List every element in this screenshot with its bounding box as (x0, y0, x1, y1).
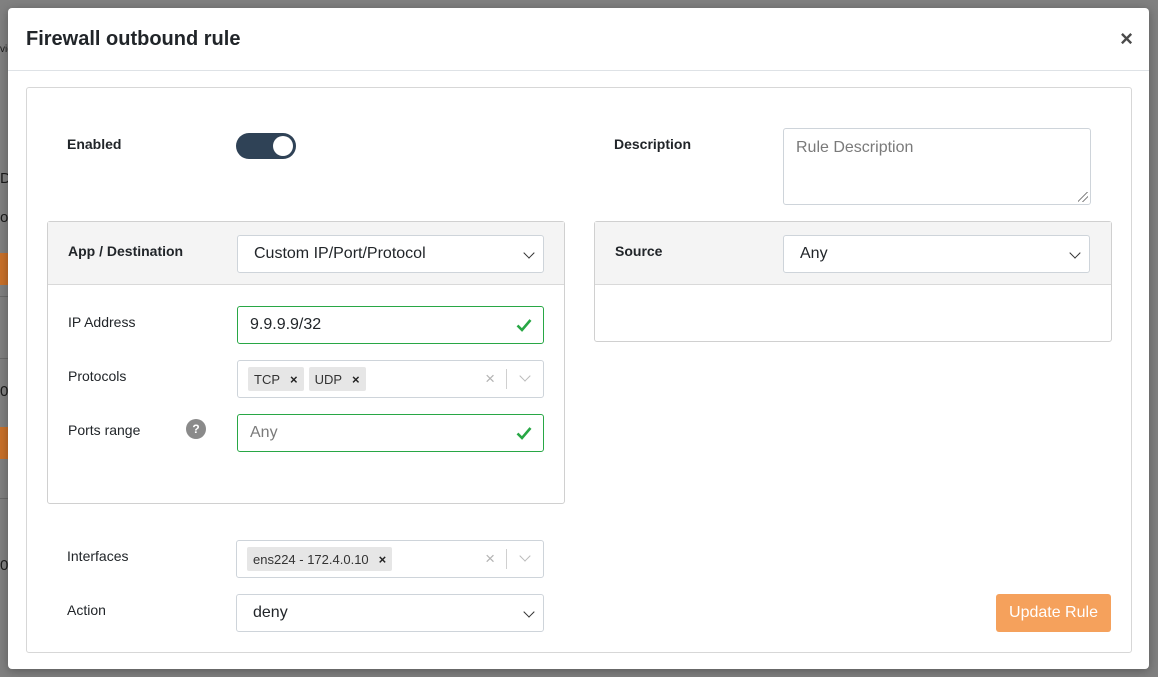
app-destination-panel: App / Destination Custom IP/Port/Protoco… (47, 221, 565, 504)
interface-tag: ens224 - 172.4.0.10 × (247, 547, 393, 571)
remove-tag-icon[interactable]: × (379, 552, 387, 567)
description-label: Description (614, 136, 692, 152)
clear-all-icon[interactable]: × (485, 549, 495, 569)
indicator-separator (506, 549, 507, 569)
chevron-down-icon[interactable] (519, 550, 531, 562)
protocol-tag-label: TCP (254, 371, 280, 387)
source-value: Any (800, 245, 828, 262)
toggle-knob (273, 136, 293, 156)
app-destination-select[interactable]: Custom IP/Port/Protocol (237, 235, 544, 273)
chevron-down-icon (523, 247, 535, 259)
modal-title: Firewall outbound rule (26, 27, 241, 50)
description-placeholder: Rule Description (796, 139, 914, 156)
chevron-down-icon[interactable] (519, 370, 531, 382)
source-label: Source (615, 243, 663, 259)
chevron-down-icon (1069, 247, 1081, 259)
indicator-separator (506, 369, 507, 389)
ip-address-input[interactable]: 9.9.9.9/32 (237, 306, 544, 344)
action-value: deny (253, 604, 288, 621)
chevron-down-icon (523, 606, 535, 618)
enabled-toggle[interactable] (236, 133, 296, 159)
remove-tag-icon[interactable]: × (352, 372, 360, 387)
interfaces-multiselect[interactable]: ens224 - 172.4.0.10 × × (236, 540, 544, 578)
ports-range-placeholder: Any (250, 424, 278, 441)
help-icon[interactable]: ? (186, 419, 206, 439)
action-label: Action (67, 602, 106, 618)
description-textarea[interactable]: Rule Description (783, 128, 1091, 205)
source-select[interactable]: Any (783, 235, 1090, 273)
interface-tag-label: ens224 - 172.4.0.10 (253, 551, 369, 567)
rule-form: Enabled Description Rule Description App… (26, 87, 1132, 653)
remove-tag-icon[interactable]: × (290, 372, 298, 387)
app-destination-value: Custom IP/Port/Protocol (254, 245, 426, 262)
protocols-multiselect[interactable]: TCP × UDP × × (237, 360, 544, 398)
action-select[interactable]: deny (236, 594, 544, 632)
protocol-tag: UDP × (308, 367, 366, 391)
app-destination-header: App / Destination Custom IP/Port/Protoco… (48, 222, 564, 285)
app-destination-label: App / Destination (68, 243, 184, 259)
close-icon[interactable]: × (1120, 26, 1133, 52)
enabled-label: Enabled (67, 136, 122, 152)
source-header: Source Any (595, 222, 1111, 285)
source-panel: Source Any (594, 221, 1112, 342)
clear-all-icon[interactable]: × (485, 369, 495, 389)
update-rule-button[interactable]: Update Rule (996, 594, 1111, 632)
protocol-tag-label: UDP (314, 371, 343, 387)
modal-header: Firewall outbound rule × (8, 8, 1149, 71)
protocols-label: Protocols (68, 368, 127, 384)
firewall-rule-modal: Firewall outbound rule × Enabled Descrip… (8, 8, 1149, 669)
ip-address-value: 9.9.9.9/32 (250, 316, 322, 333)
ports-range-input[interactable]: Any (237, 414, 544, 452)
ip-address-label: IP Address (68, 314, 136, 330)
protocol-tag: TCP × (248, 367, 304, 391)
interfaces-label: Interfaces (67, 548, 129, 564)
valid-check-icon (516, 427, 532, 440)
ports-range-label: Ports range (68, 422, 141, 438)
resize-handle-icon[interactable] (1078, 192, 1088, 202)
valid-check-icon (516, 319, 532, 332)
